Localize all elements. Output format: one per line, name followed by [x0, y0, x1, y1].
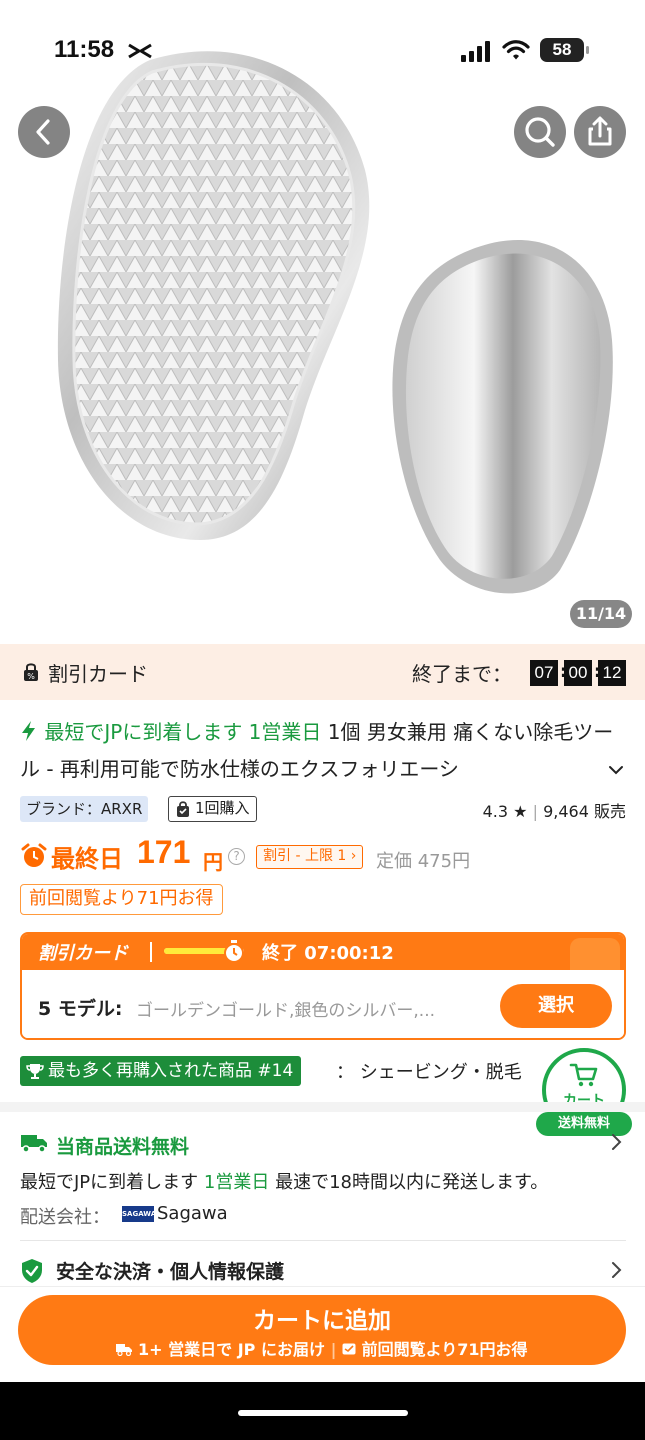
ranking-tag[interactable]: 最も多く再購入された商品 #14 [20, 1056, 302, 1086]
battery-icon: 58 [540, 38, 590, 62]
trophy-icon [26, 1064, 44, 1079]
ranking-category: ： シェービング・脱毛 [336, 1062, 522, 1083]
truck-icon [21, 1135, 47, 1153]
chevron-down-icon[interactable] [606, 760, 626, 780]
wifi-icon [502, 40, 530, 60]
countdown-seconds: 12 [598, 660, 626, 686]
sold-count: 9,464 販売 [543, 802, 626, 821]
rating-value: 4.3 [482, 802, 509, 821]
discount-lock-icon: % [24, 663, 38, 681]
delivery-highlight: 最短でJPに到着します 1営業日 [44, 720, 322, 744]
shield-check-icon [22, 1259, 42, 1283]
section-divider [0, 1102, 645, 1112]
carrier-label: 配送会社： [20, 1207, 110, 1228]
free-shipping-title: 当商品送料無料 [56, 1136, 190, 1158]
discount-card-end-time: 終了 07:00:12 [262, 943, 394, 964]
countdown-minutes: 00 [564, 660, 592, 686]
saving-promise: 前回閲覧より71円お得 [361, 1340, 528, 1359]
signal-icon [461, 41, 490, 62]
status-bar: 11:58 58 [0, 34, 645, 68]
price-currency: 円 [203, 850, 223, 874]
product-tags: ブランド：ARXR 1回購入 4.3 ★ | 9,464 販売 [20, 796, 626, 824]
product-title[interactable]: 最短でJPに到着します 1営業日 1個 男女兼用 痛くない除毛ツール - 再利用… [20, 714, 614, 788]
discount-card-header: 割引カード 終了 07:00:12 [22, 934, 624, 982]
progress-fill [164, 948, 228, 954]
thin-divider [20, 1240, 626, 1241]
star-icon: ★ [513, 802, 528, 821]
countdown-label: 終了まで： [412, 662, 512, 686]
discount-card-box[interactable]: 割引カード 終了 07:00:12 5 モデル: ゴールデンゴールド,銀色のシル… [20, 932, 626, 1040]
select-button[interactable]: 選択 [500, 984, 612, 1028]
final-day-label: 最終日 [51, 845, 123, 873]
add-to-cart-button[interactable]: カートに追加 1+ 営業日で JP にお届け | 前回閲覧より71円お得 [18, 1295, 626, 1365]
add-to-cart-subline: 1+ 営業日で JP にお届け | 前回閲覧より71円お得 [18, 1336, 626, 1360]
share-icon [588, 116, 612, 146]
battery-level: 58 [552, 40, 572, 59]
chevron-left-icon [36, 119, 50, 145]
cart-icon [569, 1063, 598, 1087]
purchase-count-text: 1回購入 [195, 799, 250, 817]
models-options: ゴールデンゴールド,銀色のシルバー,... [136, 1001, 436, 1021]
chevron-right-icon[interactable] [610, 1132, 624, 1152]
discount-limit-tag[interactable]: 割引 - 上限 1 › [256, 845, 364, 869]
product-image [57, 51, 613, 594]
price-row: 最終日 171 円 ? 割引 - 上限 1 › 定価 475円 [20, 834, 626, 876]
header-divider [150, 942, 152, 962]
discount-card-label: 割引カード [48, 662, 148, 686]
price-info-icon[interactable]: ? [228, 848, 245, 865]
bag-icon [177, 801, 189, 817]
models-count: 5 モデル: [38, 998, 123, 1020]
chevron-right-icon: › [350, 848, 357, 864]
alarm-clock-icon [21, 843, 47, 867]
floating-cart-button[interactable]: カート 送料無料 [536, 1048, 632, 1138]
capcut-icon [128, 43, 152, 59]
regular-price: 定価 475円 [376, 851, 471, 872]
saving-tag: 前回閲覧より71円お得 [20, 884, 223, 915]
rating-sales[interactable]: 4.3 ★ | 9,464 販売 [483, 798, 626, 822]
shipping-suffix: 最速で18時間以内に発送します。 [275, 1172, 549, 1193]
coupon-icon [342, 1343, 356, 1355]
add-to-cart-label: カートに追加 [253, 1308, 391, 1334]
home-indicator-area [0, 1382, 645, 1440]
model-selector[interactable]: 5 モデル: ゴールデンゴールド,銀色のシルバー,... 選択 [22, 970, 624, 1038]
ranking-row[interactable]: 最も多く再購入された商品 #14 ： シェービング・脱毛 [20, 1056, 626, 1088]
timer-icon [224, 940, 244, 963]
shipping-detail: 最短でJPに到着します 1営業日 最速で18時間以内に発送します。 [20, 1168, 548, 1194]
status-time: 11:58 [54, 36, 115, 63]
svg-text:%: % [27, 672, 35, 681]
subline-divider: | [330, 1340, 337, 1359]
carrier-name: Sagawa [157, 1203, 228, 1224]
back-button[interactable] [18, 106, 70, 158]
delivery-promise: 1+ 営業日で JP にお届け [138, 1340, 325, 1359]
ranking-text: 最も多く再購入された商品 #14 [48, 1061, 294, 1081]
chevron-right-icon [612, 1262, 622, 1278]
discount-card-bar[interactable]: % 割引カード 終了まで： 07 : 00 : 12 [0, 644, 645, 700]
home-indicator[interactable] [238, 1410, 408, 1416]
lightning-icon [22, 721, 35, 741]
sale-price: 171 [137, 834, 191, 870]
delivery-truck-icon [116, 1344, 133, 1357]
bottom-action-bar: カートに追加 1+ 営業日で JP にお届け | 前回閲覧より71円お得 [0, 1286, 645, 1382]
image-counter: 11/14 [570, 600, 632, 628]
discount-limit-text: 割引 - 上限 1 [263, 848, 347, 864]
countdown-hours: 07 [530, 660, 558, 686]
sagawa-logo: SAGAWA [122, 1206, 156, 1222]
search-button[interactable] [514, 106, 566, 158]
search-icon [525, 117, 555, 147]
purchase-count-tag: 1回購入 [168, 796, 257, 822]
share-button[interactable] [574, 106, 626, 158]
rating-divider: | [532, 802, 538, 821]
discount-card-title: 割引カード [38, 943, 128, 964]
shipping-days: 1営業日 [203, 1172, 270, 1193]
shipping-prefix: 最短でJPに到着します [20, 1172, 199, 1193]
product-image-gallery[interactable]: 11:58 58 11/14 [0, 0, 645, 632]
security-row[interactable]: 安全な決済・個人情報保護 [0, 1254, 645, 1288]
brand-tag[interactable]: ブランド：ARXR [20, 796, 149, 822]
security-title: 安全な決済・個人情報保護 [56, 1261, 285, 1283]
